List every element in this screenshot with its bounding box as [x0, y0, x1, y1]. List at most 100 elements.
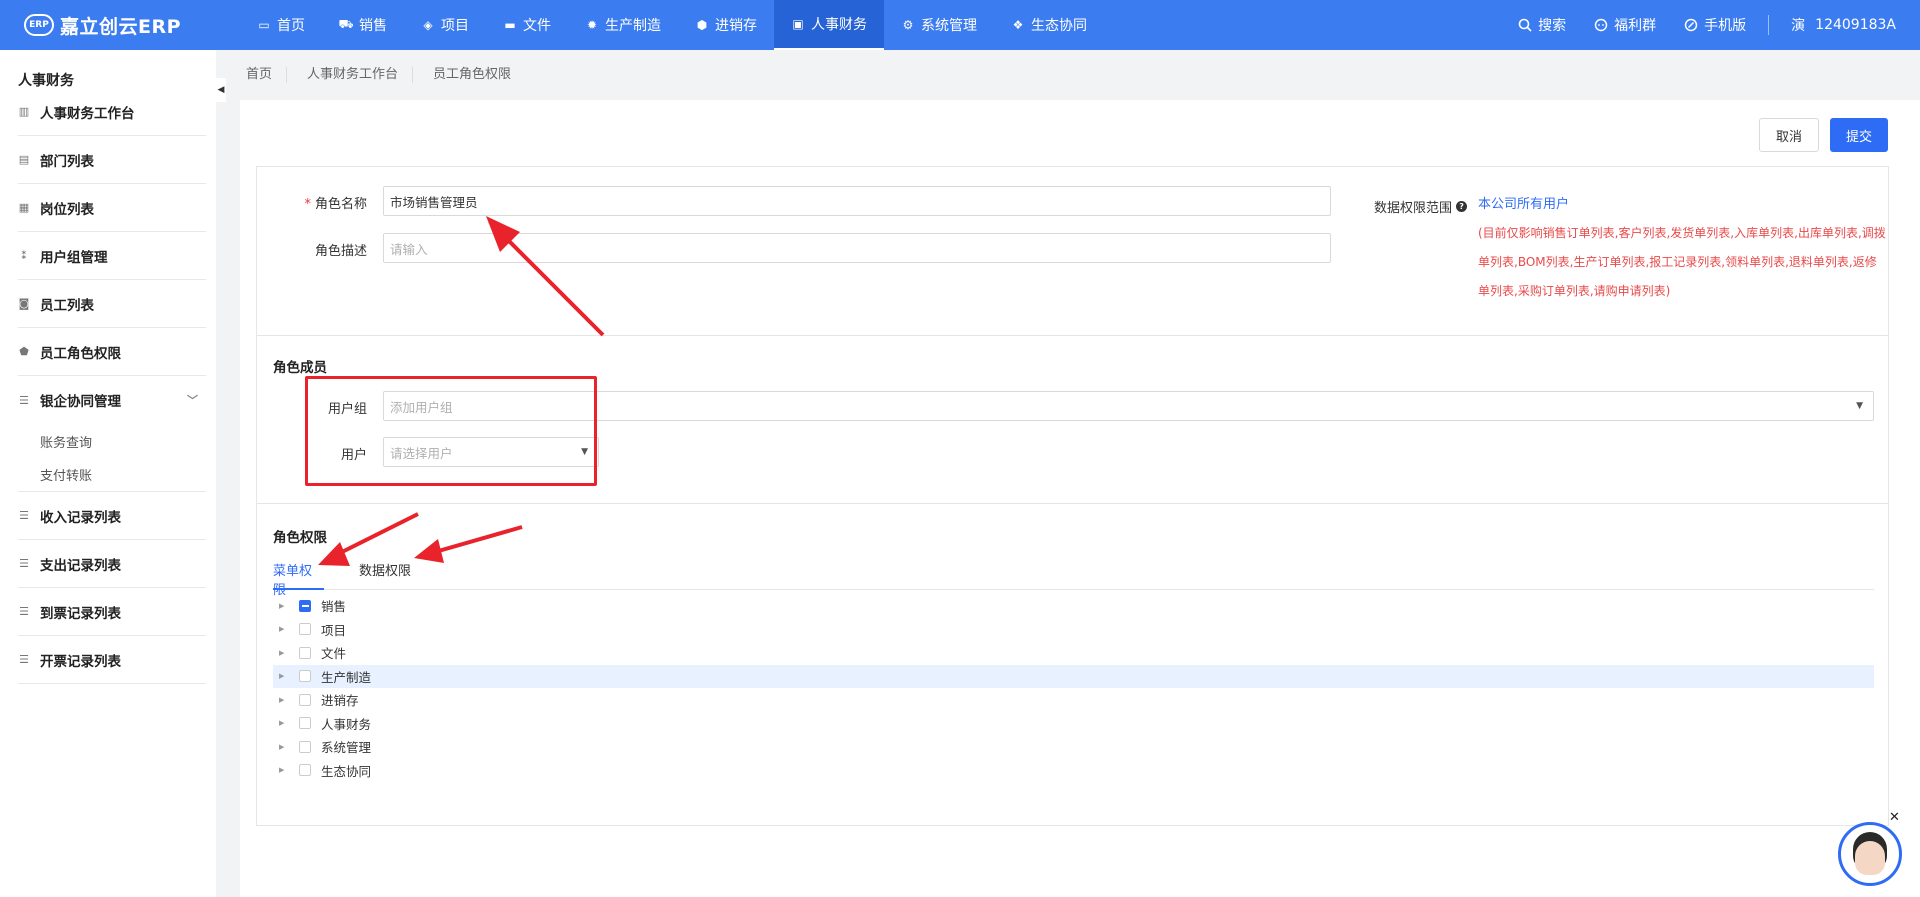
sidebar-item-label: 员工角色权限 — [40, 345, 121, 362]
help-icon[interactable]: ? — [1456, 201, 1468, 212]
sidebar-item-workbench[interactable]: ▥ 人事财务工作台 — [18, 88, 206, 136]
sidebar-item-label: 用户组管理 — [40, 249, 108, 266]
list-icon: ☰ — [19, 393, 29, 407]
gear-icon: ✹ — [586, 18, 598, 32]
caret-down-icon: ▼ — [1856, 401, 1863, 411]
checkbox[interactable] — [299, 670, 311, 683]
nav-label: 销售 — [359, 18, 387, 34]
search-label: 搜索 — [1538, 18, 1567, 34]
role-permissions-section: 角色权限 菜单权限 数据权限 ▶ 销售 ▶ 项目 ▶ 文件 ▶ 生产制造 ▶ 进销存 ▶ 人… — [256, 504, 1889, 826]
permission-tree: ▶ 销售 ▶ 项目 ▶ 文件 ▶ 生产制造 ▶ 进销存 ▶ 人事财务 ▶ 系统管理 ▶ 生态协同 — [273, 594, 1874, 782]
sidebar-item-expense[interactable]: ☰ 支出记录列表 — [18, 540, 206, 588]
cancel-button[interactable]: 取消 — [1759, 118, 1820, 152]
assistant-avatar-button[interactable] — [1838, 822, 1902, 886]
caret-right-icon[interactable]: ▶ — [279, 602, 291, 610]
caret-right-icon[interactable]: ▶ — [279, 672, 291, 680]
welfare-group-label: 福利群 — [1614, 18, 1657, 34]
tree-node-hr-finance[interactable]: ▶ 人事财务 — [273, 712, 1874, 736]
sidebar-item-income[interactable]: ☰ 收入记录列表 — [18, 492, 206, 540]
sidebar-item-employees[interactable]: ◙ 员工列表 — [18, 280, 206, 328]
usergroup-select[interactable]: 添加用户组 ▼ — [383, 391, 1874, 421]
checkbox[interactable] — [299, 646, 311, 659]
caret-right-icon[interactable]: ▶ — [279, 625, 291, 633]
sidebar-collapse-button[interactable]: ◀ — [216, 78, 226, 102]
nav-project[interactable]: ◈ 项目 — [404, 0, 486, 50]
sidebar-item-label: 岗位列表 — [40, 201, 94, 218]
mobile-version-button[interactable]: 手机版 — [1670, 15, 1760, 35]
tab-data-permissions[interactable]: 数据权限 — [359, 560, 411, 590]
nav-ecosystem[interactable]: ❖ 生态协同 — [994, 0, 1104, 50]
nav-label: 系统管理 — [921, 18, 977, 34]
sidebar-subitem-payment-transfer[interactable]: 支付转账 — [18, 458, 206, 492]
sidebar-item-role-permissions[interactable]: ⬟ 员工角色权限 — [18, 328, 206, 376]
breadcrumb-current[interactable]: 员工角色权限 — [419, 67, 525, 83]
nav-manufacturing[interactable]: ✹ 生产制造 — [568, 0, 678, 50]
tree-node-sales[interactable]: ▶ 销售 — [273, 594, 1874, 618]
tree-node-file[interactable]: ▶ 文件 — [273, 641, 1874, 665]
data-scope-value[interactable]: 本公司所有用户 — [1478, 193, 1569, 212]
nav-file[interactable]: ▬ 文件 — [486, 0, 568, 50]
tree-node-project[interactable]: ▶ 项目 — [273, 618, 1874, 642]
caret-right-icon[interactable]: ▶ — [279, 649, 291, 657]
list-icon: ☰ — [19, 509, 29, 522]
sidebar-item-positions[interactable]: ▦ 岗位列表 — [18, 184, 206, 232]
sidebar-item-bank-collab[interactable]: ☰ 银企协同管理 ﹀ — [18, 376, 206, 424]
nav-inventory[interactable]: ⬢ 进销存 — [678, 0, 774, 50]
assistant-close-button[interactable]: ✕ — [1889, 810, 1900, 825]
tree-node-system[interactable]: ▶ 系统管理 — [273, 735, 1874, 759]
person-icon: ◙ — [18, 297, 30, 310]
sidebar-item-usergroups[interactable]: ⁑ 用户组管理 — [18, 232, 206, 280]
nav-hr-finance[interactable]: ▣ 人事财务 — [774, 0, 884, 50]
caret-right-icon[interactable]: ▶ — [279, 696, 291, 704]
role-desc-label: 角色描述 — [314, 244, 367, 259]
breadcrumb-home[interactable]: 首页 — [232, 67, 288, 83]
checkbox[interactable] — [299, 599, 311, 612]
sidebar-item-label: 部门列表 — [40, 153, 94, 170]
caret-right-icon[interactable]: ▶ — [279, 766, 291, 774]
nav-label: 首页 — [277, 18, 305, 34]
annotation-highlight-box — [305, 376, 597, 486]
avatar: 演 — [1791, 18, 1806, 34]
role-desc-input[interactable]: 请输入 — [383, 233, 1331, 263]
tree-node-ecosystem[interactable]: ▶ 生态协同 — [273, 759, 1874, 783]
tree-node-label: 文件 — [321, 646, 347, 662]
shield-icon: ⬟ — [19, 345, 29, 358]
sidebar-subitem-account-query[interactable]: 账务查询 — [0, 424, 216, 458]
breadcrumb-workbench[interactable]: 人事财务工作台 — [293, 67, 414, 83]
sidebar-item-received-invoices[interactable]: ☰ 到票记录列表 — [18, 588, 206, 636]
caret-right-icon[interactable]: ▶ — [279, 743, 291, 751]
tree-node-manufacturing[interactable]: ▶ 生产制造 — [273, 664, 1874, 688]
tab-menu-permissions[interactable]: 菜单权限 — [273, 560, 324, 598]
sidebar-item-label: 支出记录列表 — [40, 557, 121, 574]
tree-node-label: 人事财务 — [321, 716, 372, 732]
sidebar-item-label: 到票记录列表 — [40, 605, 121, 622]
sidebar-item-issued-invoices[interactable]: ☰ 开票记录列表 — [18, 636, 206, 684]
basic-info-section: * 角色名称 市场销售管理员 角色描述 请输入 数据权限范围? 本公司所有用户 (… — [256, 166, 1889, 336]
nav-sales[interactable]: ⛟ 销售 — [322, 0, 404, 50]
sidebar: 人事财务 ▥ 人事财务工作台 ▤ 部门列表 ▦ 岗位列表 ⁑ 用户组管理 ◙ 员工列表 ⬟… — [0, 50, 216, 897]
main-nav: ▭ 首页 ⛟ 销售 ◈ 项目 ▬ 文件 ✹ 生产制造 ⬢ 进销存 ▣ 人事财务 ⚙ 系统管理 ❖… — [240, 0, 1104, 50]
welfare-group-button[interactable]: 福利群 — [1580, 15, 1670, 35]
search-button[interactable]: 搜索 — [1504, 15, 1580, 35]
checkbox[interactable] — [299, 623, 311, 636]
top-right-tools: 搜索 福利群 手机版 演 12409183A — [1504, 0, 1920, 50]
checkbox[interactable] — [299, 764, 311, 777]
nav-label: 文件 — [523, 18, 551, 34]
cluster-icon: ❖ — [1012, 18, 1024, 32]
top-navbar: ERP 嘉立创云ERP ▭ 首页 ⛟ 销售 ◈ 项目 ▬ 文件 ✹ 生产制造 ⬢ 进销存 ▣… — [0, 0, 1920, 50]
sidebar-item-departments[interactable]: ▤ 部门列表 — [18, 136, 206, 184]
checkbox[interactable] — [299, 717, 311, 730]
logo[interactable]: ERP 嘉立创云ERP — [0, 12, 240, 39]
tree-node-inventory[interactable]: ▶ 进销存 — [273, 688, 1874, 712]
search-icon — [1518, 18, 1532, 32]
role-name-label: * 角色名称 — [277, 193, 367, 212]
checkbox[interactable] — [299, 740, 311, 753]
role-name-input[interactable]: 市场销售管理员 — [383, 186, 1331, 216]
settings-icon: ⚙ — [902, 18, 914, 32]
caret-right-icon[interactable]: ▶ — [279, 719, 291, 727]
nav-home[interactable]: ▭ 首页 — [240, 0, 322, 50]
checkbox[interactable] — [299, 693, 311, 706]
submit-button[interactable]: 提交 — [1830, 118, 1889, 152]
nav-system[interactable]: ⚙ 系统管理 — [884, 0, 994, 50]
user-menu[interactable]: 演 12409183A — [1777, 15, 1896, 35]
